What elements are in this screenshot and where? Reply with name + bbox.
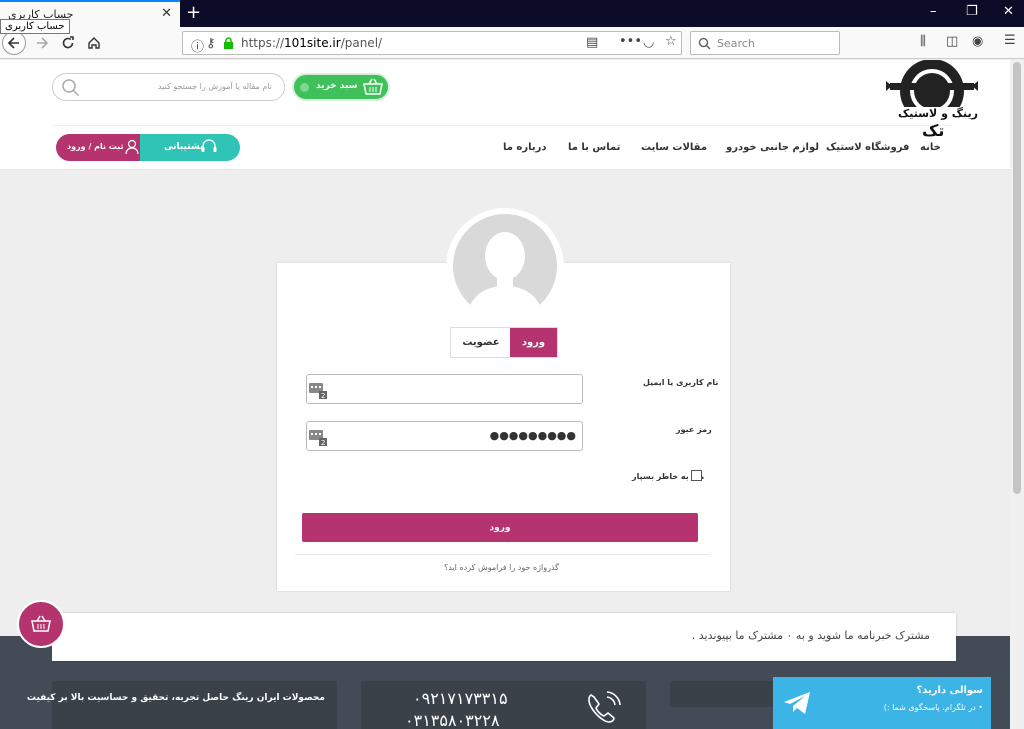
support-label: پشتیبانی <box>164 142 204 152</box>
register-login-label: ثبت نام / ورود <box>67 142 124 151</box>
svg-text:2: 2 <box>321 392 325 399</box>
card-divider <box>295 554 710 555</box>
headset-icon <box>201 139 217 152</box>
newsletter-bar: مشترک خبرنامه ما شوید و به ۰ مشترک ما بپ… <box>52 613 956 661</box>
forgot-password-link[interactable]: گذرواژه خود را فراموش کرده اید؟ <box>444 563 559 572</box>
phone-icon <box>588 691 621 723</box>
password-input[interactable]: 2 ●●●●●●●●● <box>306 421 583 451</box>
minimize-icon[interactable]: – <box>930 4 937 20</box>
menu-item-articles[interactable]: مقالات سایت <box>641 142 707 153</box>
url-text: https://101site.ir/panel/ <box>241 36 383 50</box>
logo-subtext: تک <box>922 121 945 140</box>
reader-view-icon[interactable]: ▤ <box>586 35 598 50</box>
username-label: نام کاربری یا ایمیل <box>643 378 719 387</box>
telegram-subtitle: • در تلگرام، پاسخگوی شما :) <box>883 703 983 712</box>
home-button[interactable] <box>82 31 106 55</box>
telegram-title: سوالی دارید؟ <box>916 685 983 696</box>
remember-me-checkbox[interactable] <box>691 470 702 481</box>
close-window-icon[interactable]: ✕ <box>1003 4 1014 20</box>
support-button[interactable]: پشتیبانی <box>125 134 240 161</box>
page-actions-icon[interactable]: ••• <box>619 34 642 49</box>
keyboard-icon[interactable]: 2 <box>309 383 327 399</box>
back-arrow-icon <box>7 37 19 49</box>
forward-button[interactable] <box>30 31 54 55</box>
close-tab-icon[interactable]: ✕ <box>161 7 172 21</box>
avatar <box>453 214 557 318</box>
browser-tab-strip: حساب کاربری ✕ حساب کاربری + – ❐ ✕ <box>0 0 1024 34</box>
new-tab-icon[interactable]: + <box>186 3 201 23</box>
header-divider <box>52 125 952 126</box>
menu-icon[interactable]: ☰ <box>1004 33 1016 48</box>
site-search-input[interactable]: نام مقاله یا آموزش را جستجو کنید <box>52 73 285 101</box>
footer-phone-box: ۰۹۲۱۷۱۷۳۳۱۵ ۰۳۱۳۵۸۰۳۲۲۸ <box>361 681 646 729</box>
keyboard-icon[interactable]: 2 <box>309 430 327 446</box>
browser-nav-bar: ⓘ ⚷ https://101site.ir/panel/ ▤ ••• ◡ ☆ … <box>0 27 1024 59</box>
cart-button[interactable]: سبد خرید <box>292 73 390 101</box>
menu-item-about[interactable]: درباره ما <box>503 142 547 153</box>
floating-cart-button[interactable] <box>17 600 65 648</box>
site-logo[interactable]: رینگ و لاستیک تک <box>882 60 982 143</box>
pocket-icon[interactable]: ◡ <box>643 35 654 50</box>
info-icon[interactable]: ⓘ <box>191 36 204 55</box>
browser-search-placeholder: Search <box>717 36 755 50</box>
browser-search-input[interactable]: Search <box>690 31 840 55</box>
site-header: نام مقاله یا آموزش را جستجو کنید سبد خری… <box>0 60 1010 170</box>
user-icon <box>125 139 139 155</box>
url-bar[interactable]: ⓘ ⚷ https://101site.ir/panel/ ▤ ••• ◡ ☆ <box>182 31 682 55</box>
menu-item-contact[interactable]: تماس با ما <box>568 142 620 153</box>
logo-text: رینگ و لاستیک <box>898 107 978 120</box>
lock-icon[interactable] <box>223 37 234 49</box>
web-page: نام مقاله یا آموزش را جستجو کنید سبد خری… <box>0 60 1010 729</box>
back-button[interactable] <box>2 31 26 55</box>
username-input[interactable]: 2 <box>306 374 583 404</box>
site-search-placeholder: نام مقاله یا آموزش را جستجو کنید <box>157 82 272 91</box>
footer-phone-1[interactable]: ۰۹۲۱۷۱۷۳۳۱۵ <box>413 689 508 708</box>
menu-item-car-parts[interactable]: لوازم جانبی خودرو <box>726 142 819 153</box>
tab-tooltip: حساب کاربری <box>0 19 70 34</box>
forward-arrow-icon <box>37 37 49 49</box>
key-icon[interactable]: ⚷ <box>206 36 216 51</box>
cart-dot-icon <box>300 83 309 92</box>
newsletter-text: مشترک خبرنامه ما شوید و به ۰ مشترک ما بپ… <box>691 629 930 642</box>
tab-register[interactable]: عضویت <box>451 328 511 357</box>
home-icon <box>88 37 100 49</box>
login-tabs: عضویت ورود <box>450 327 558 358</box>
password-label: رمز عبور <box>676 425 712 434</box>
menu-item-tire-shop[interactable]: فروشگاه لاستیک <box>826 142 909 153</box>
page-scrollbar[interactable] <box>1010 60 1024 729</box>
login-submit-button[interactable]: ورود <box>302 513 698 542</box>
svg-text:2: 2 <box>321 439 325 446</box>
footer-about-text: محصولات ایران رینگ حاصل تجربه، تحقیق و ح… <box>26 693 325 703</box>
password-value: ●●●●●●●●● <box>489 429 576 442</box>
reload-icon <box>62 36 74 49</box>
search-icon <box>698 37 711 50</box>
restore-icon[interactable]: ❐ <box>966 4 978 20</box>
account-icon[interactable]: ◉ <box>972 34 983 49</box>
footer-about-box: محصولات ایران رینگ حاصل تجربه، تحقیق و ح… <box>27 681 337 729</box>
bookmark-star-icon[interactable]: ☆ <box>665 34 677 49</box>
cart-label: سبد خرید <box>316 81 358 91</box>
reload-button[interactable] <box>56 31 80 55</box>
sidebar-icon[interactable]: ◫ <box>946 34 958 49</box>
telegram-icon <box>784 692 810 714</box>
user-silhouette-icon <box>467 232 543 318</box>
search-icon[interactable] <box>61 78 81 98</box>
basket-icon <box>363 78 383 95</box>
scrollbar-thumb[interactable] <box>1013 62 1021 494</box>
library-icon[interactable]: ⫼ <box>920 34 926 49</box>
tab-login[interactable]: ورود <box>510 328 557 357</box>
basket-icon <box>31 615 51 632</box>
telegram-widget[interactable]: سوالی دارید؟ • در تلگرام، پاسخگوی شما :) <box>773 677 991 729</box>
menu-item-home[interactable]: خانه <box>920 142 941 153</box>
footer-phone-2[interactable]: ۰۳۱۳۵۸۰۳۲۲۸ <box>405 711 500 729</box>
